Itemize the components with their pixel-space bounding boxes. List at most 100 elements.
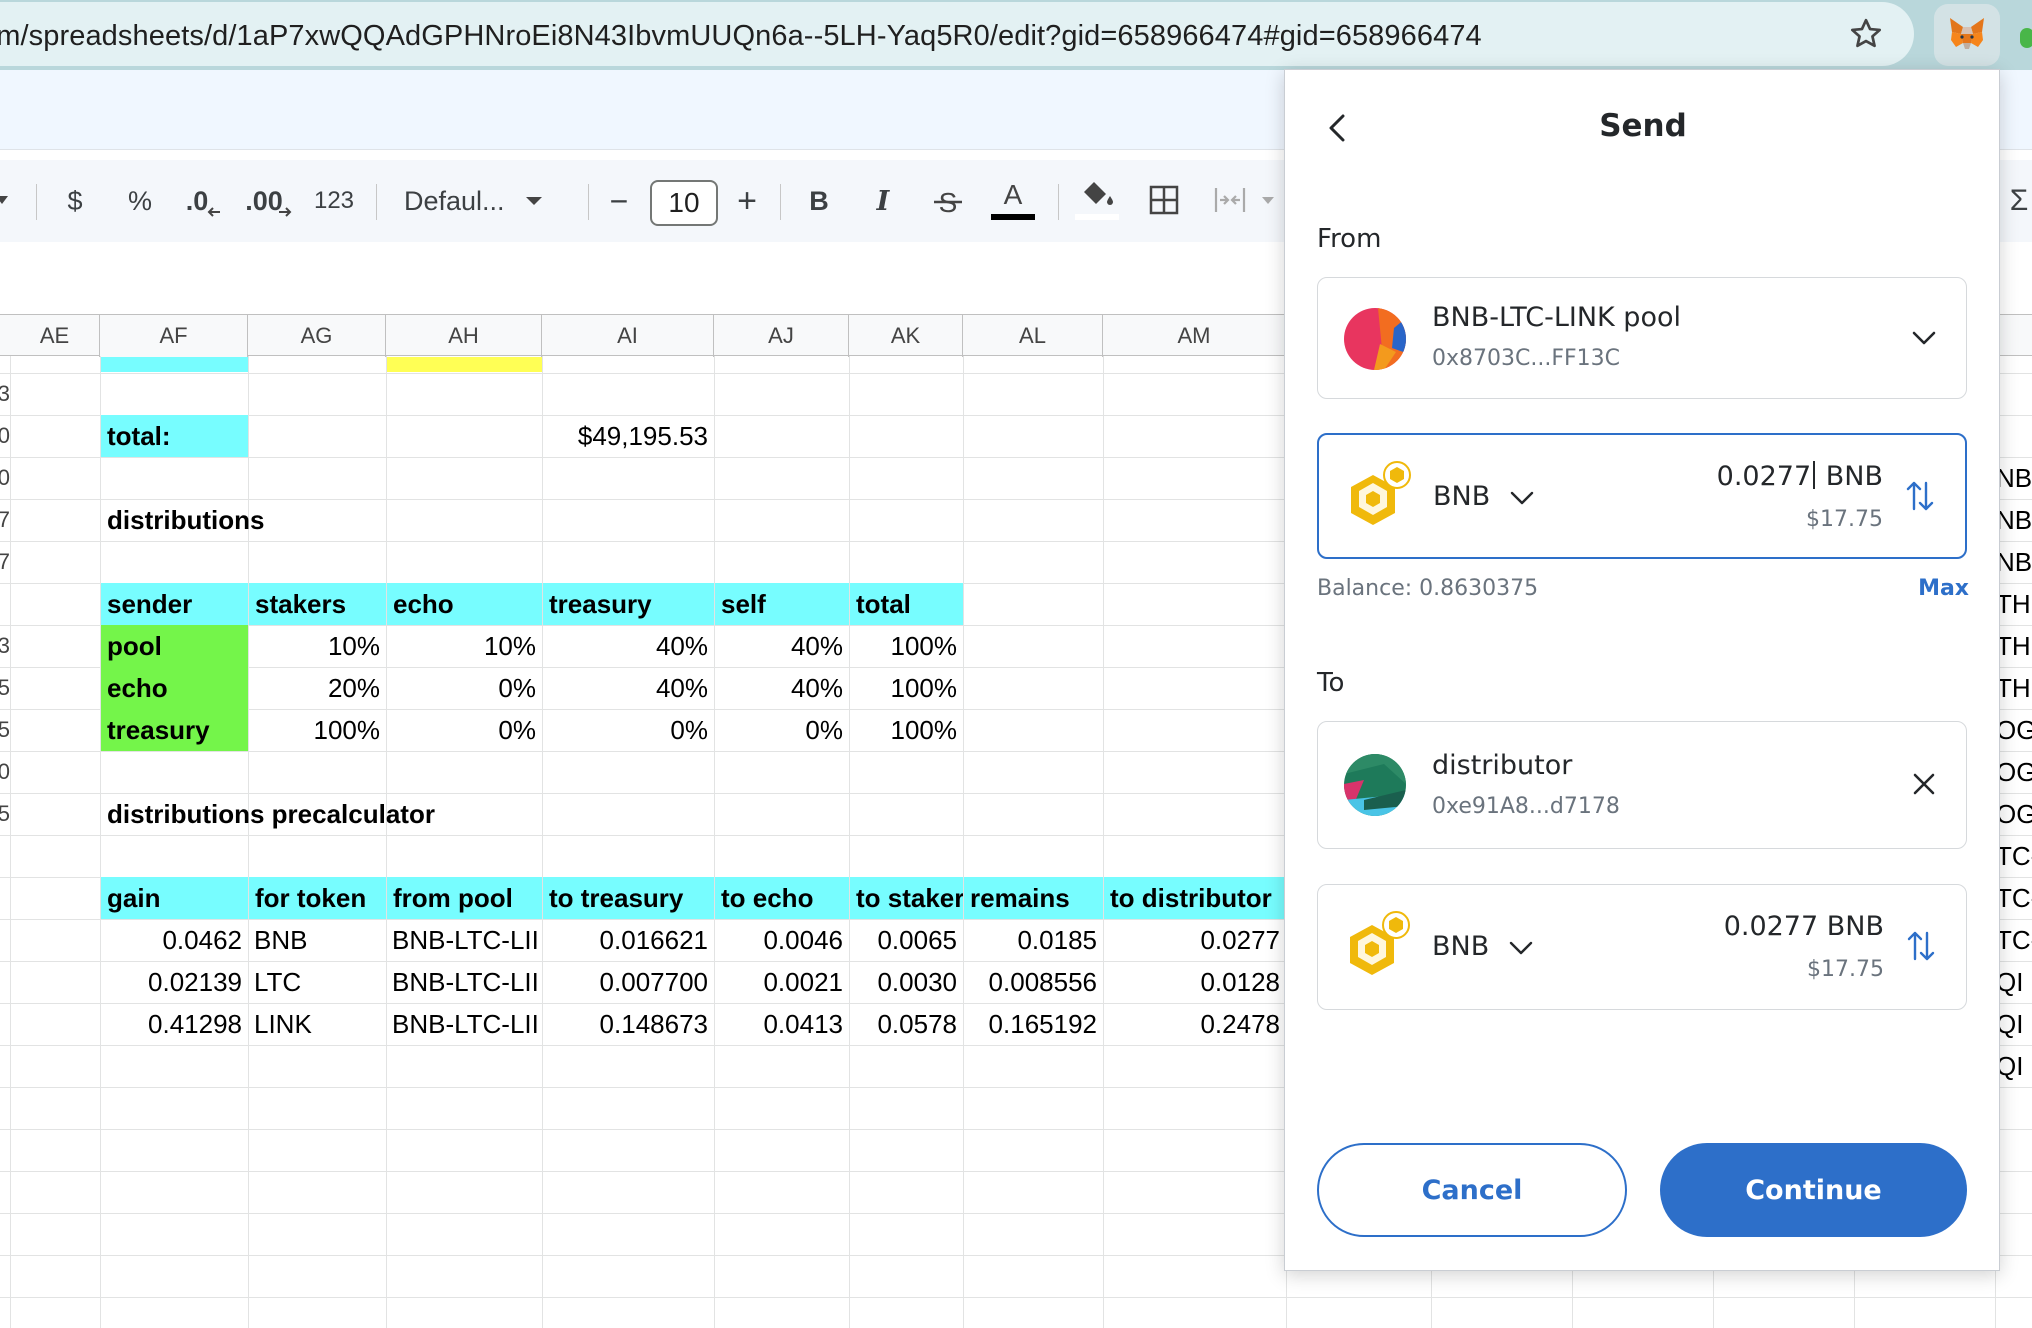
precalc-cell[interactable]: LTC [248,961,386,1003]
section-title-distributions[interactable]: distributions [101,499,401,541]
dist-row-sender[interactable]: echo [101,667,248,709]
cell-total-label[interactable]: total: [101,415,248,457]
column-header-ai[interactable]: AI [542,315,714,357]
dist-row-value[interactable]: 100% [849,709,963,751]
precalc-cell[interactable]: 0.2478 [1103,1003,1286,1045]
dist-header-self[interactable]: self [715,583,849,625]
precalc-header-for-token[interactable]: for token [249,877,386,919]
precalc-header-to-treasury[interactable]: to treasury [543,877,714,919]
sum-function-button[interactable]: Σ [2004,160,2032,242]
fill-color-icon[interactable] [1072,160,1122,242]
merge-cells-icon[interactable] [1210,160,1280,242]
precalc-header-from-pool[interactable]: from pool [387,877,542,919]
increase-decimal-button[interactable]: .00 [244,160,294,242]
font-family-select[interactable]: Defaul... [404,160,564,242]
precalc-cell[interactable]: 0.0277 [1103,919,1286,961]
precalc-cell[interactable]: BNB-LTC-LII [386,961,542,1003]
precalc-header-to-echo[interactable]: to echo [715,877,849,919]
precalc-cell[interactable]: LINK [248,1003,386,1045]
close-icon[interactable] [1910,770,1938,798]
dist-row-sender[interactable]: pool [101,625,248,667]
dist-row-sender[interactable]: treasury [101,709,248,751]
precalc-cell[interactable]: 0.008556 [963,961,1103,1003]
precalc-header-gain[interactable]: gain [101,877,248,919]
dist-row-value[interactable]: 40% [714,625,849,667]
precalc-cell[interactable]: 0.41298 [100,1003,248,1045]
strikethrough-icon[interactable]: S [930,160,966,242]
dist-row-value[interactable]: 40% [542,625,714,667]
precalc-cell[interactable]: BNB [248,919,386,961]
dist-row-value[interactable]: 100% [849,667,963,709]
star-icon[interactable] [1848,16,1884,52]
precalc-header-to-staker[interactable]: to staker [850,877,963,919]
recipient-card[interactable]: distributor 0xe91A8...d7178 [1317,721,1967,849]
from-account-selector[interactable]: BNB-LTC-LINK pool 0x8703C...FF13C [1317,277,1967,399]
precalc-cell[interactable]: 0.0185 [963,919,1103,961]
precalc-cell[interactable]: 0.0046 [714,919,849,961]
column-header-al[interactable]: AL [963,315,1103,357]
dist-header-stakers[interactable]: stakers [249,583,386,625]
dist-row-value[interactable]: 100% [248,709,386,751]
number-format-button[interactable]: 123 [312,160,356,242]
column-header-ae[interactable]: AE [10,315,100,357]
dist-row-value[interactable]: 10% [386,625,542,667]
dist-row-value[interactable]: 40% [542,667,714,709]
metamask-extension-button[interactable] [1934,4,2000,66]
url-text[interactable]: om/spreadsheets/d/1aP7xwQQAdGPHNroEi8N43… [0,20,1482,53]
precalc-cell[interactable]: BNB-LTC-LII [386,1003,542,1045]
swap-vertical-icon[interactable] [1905,479,1935,513]
asset-amount-input-card[interactable]: BNB 0.0277 BNB $17.75 [1317,433,1967,559]
precalc-cell[interactable]: 0.0065 [849,919,963,961]
precalc-header-remains[interactable]: remains [964,877,1103,919]
decrease-decimal-button[interactable]: .0 [182,160,226,242]
cancel-button[interactable]: Cancel [1317,1143,1627,1237]
italic-button[interactable]: I [868,160,898,242]
precalc-cell[interactable]: 0.0462 [100,919,248,961]
precalc-cell[interactable]: 0.02139 [100,961,248,1003]
font-size-input[interactable]: 10 [650,180,718,226]
amount-input[interactable]: 0.0277 BNB [1717,461,1883,492]
dist-header-total[interactable]: total [850,583,963,625]
column-header-af[interactable]: AF [100,315,248,357]
precalc-cell[interactable]: 0.0128 [1103,961,1286,1003]
dist-header-echo[interactable]: echo [387,583,542,625]
precalc-cell[interactable]: 0.148673 [542,1003,714,1045]
bold-button[interactable]: B [802,160,836,242]
precalc-header-to-distributor[interactable]: to distributor [1104,877,1286,919]
column-header-am[interactable]: AM [1103,315,1286,357]
max-button[interactable]: Max [1918,576,1969,601]
dist-row-value[interactable]: 20% [248,667,386,709]
text-color-icon[interactable]: A [988,160,1038,242]
dist-row-value[interactable]: 100% [849,625,963,667]
format-currency-button[interactable]: $ [60,160,90,242]
precalc-cell[interactable]: 0.165192 [963,1003,1103,1045]
address-bar[interactable]: om/spreadsheets/d/1aP7xwQQAdGPHNroEi8N43… [0,2,1914,66]
dist-row-value[interactable]: 0% [714,709,849,751]
receive-asset-card[interactable]: BNB 0.0277 BNB $17.75 [1317,884,1967,1010]
cell-total-value[interactable]: $49,195.53 [542,415,714,457]
chevron-down-icon[interactable] [1508,935,1534,961]
dist-row-value[interactable]: 0% [542,709,714,751]
precalc-cell[interactable]: 0.0030 [849,961,963,1003]
precalc-cell[interactable]: 0.0578 [849,1003,963,1045]
column-header-ah[interactable]: AH [386,315,542,357]
dropdown-arrow-icon[interactable] [0,160,12,242]
dist-row-value[interactable]: 0% [386,709,542,751]
dist-row-value[interactable]: 0% [386,667,542,709]
precalc-cell[interactable]: 0.0021 [714,961,849,1003]
dist-row-value[interactable]: 40% [714,667,849,709]
precalc-cell[interactable]: BNB-LTC-LII [386,919,542,961]
precalc-cell[interactable]: 0.0413 [714,1003,849,1045]
chevron-down-icon[interactable] [1509,485,1535,511]
dist-header-treasury[interactable]: treasury [543,583,714,625]
precalc-cell[interactable]: 0.007700 [542,961,714,1003]
column-header-ag[interactable]: AG [248,315,386,357]
format-percent-button[interactable]: % [122,160,158,242]
increase-font-size-button[interactable]: + [730,160,764,242]
decrease-font-size-button[interactable]: − [604,160,634,242]
swap-vertical-icon[interactable] [1906,929,1936,963]
column-header-aj[interactable]: AJ [714,315,849,357]
dist-row-value[interactable]: 10% [248,625,386,667]
precalc-cell[interactable]: 0.016621 [542,919,714,961]
dist-header-sender[interactable]: sender [101,583,248,625]
